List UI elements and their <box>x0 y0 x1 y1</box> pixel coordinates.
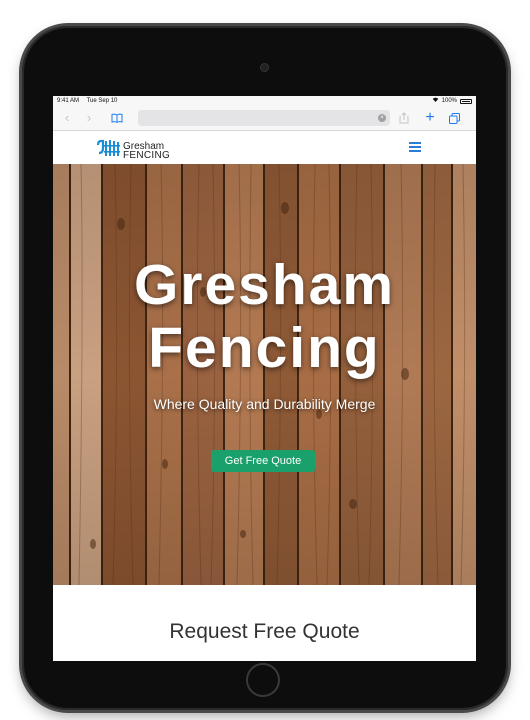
get-free-quote-button[interactable]: Get Free Quote <box>211 450 315 472</box>
hero-title: Gresham Fencing <box>53 254 476 380</box>
site-header: Gresham FENCING <box>53 131 476 165</box>
fence-logo-icon <box>96 139 120 162</box>
back-chevron-icon[interactable]: ‹ <box>61 110 73 126</box>
hero-title-line-1: Gresham <box>133 253 396 317</box>
status-bar: 9:41 AM Tue Sep 10 100% <box>53 96 476 106</box>
wifi-icon <box>432 96 439 106</box>
new-tab-icon[interactable]: + <box>422 110 438 126</box>
hamburger-menu-icon[interactable] <box>409 142 421 152</box>
site-logo[interactable]: Gresham FENCING <box>96 139 170 162</box>
quote-section-title: Request Free Quote <box>169 620 360 643</box>
address-bar[interactable]: × <box>138 110 390 126</box>
screen: 9:41 AM Tue Sep 10 100% ‹ › × + Gresham … <box>53 96 476 661</box>
camera-icon <box>260 63 269 72</box>
forward-chevron-icon[interactable]: › <box>83 110 95 126</box>
bookmarks-icon[interactable] <box>109 110 125 126</box>
hero-title-line-2: Fencing <box>148 316 381 380</box>
battery-icon <box>460 98 472 104</box>
share-icon[interactable] <box>396 110 412 126</box>
quote-section: Request Free Quote <box>53 585 476 661</box>
home-button[interactable] <box>246 663 280 697</box>
clear-icon[interactable]: × <box>378 114 386 122</box>
browser-toolbar: ‹ › × + <box>53 106 476 131</box>
status-date: Tue Sep 10 <box>86 98 118 104</box>
hero-subtitle: Where Quality and Durability Merge <box>153 396 376 412</box>
ipad-frame: 9:41 AM Tue Sep 10 100% ‹ › × + Gresham … <box>22 26 508 710</box>
tabs-icon[interactable] <box>446 110 462 126</box>
battery-percent: 100% <box>441 98 457 104</box>
hero-section: Gresham Fencing Where Quality and Durabi… <box>53 164 476 585</box>
logo-line-2: FENCING <box>123 149 171 161</box>
status-time: 9:41 AM <box>57 98 80 104</box>
